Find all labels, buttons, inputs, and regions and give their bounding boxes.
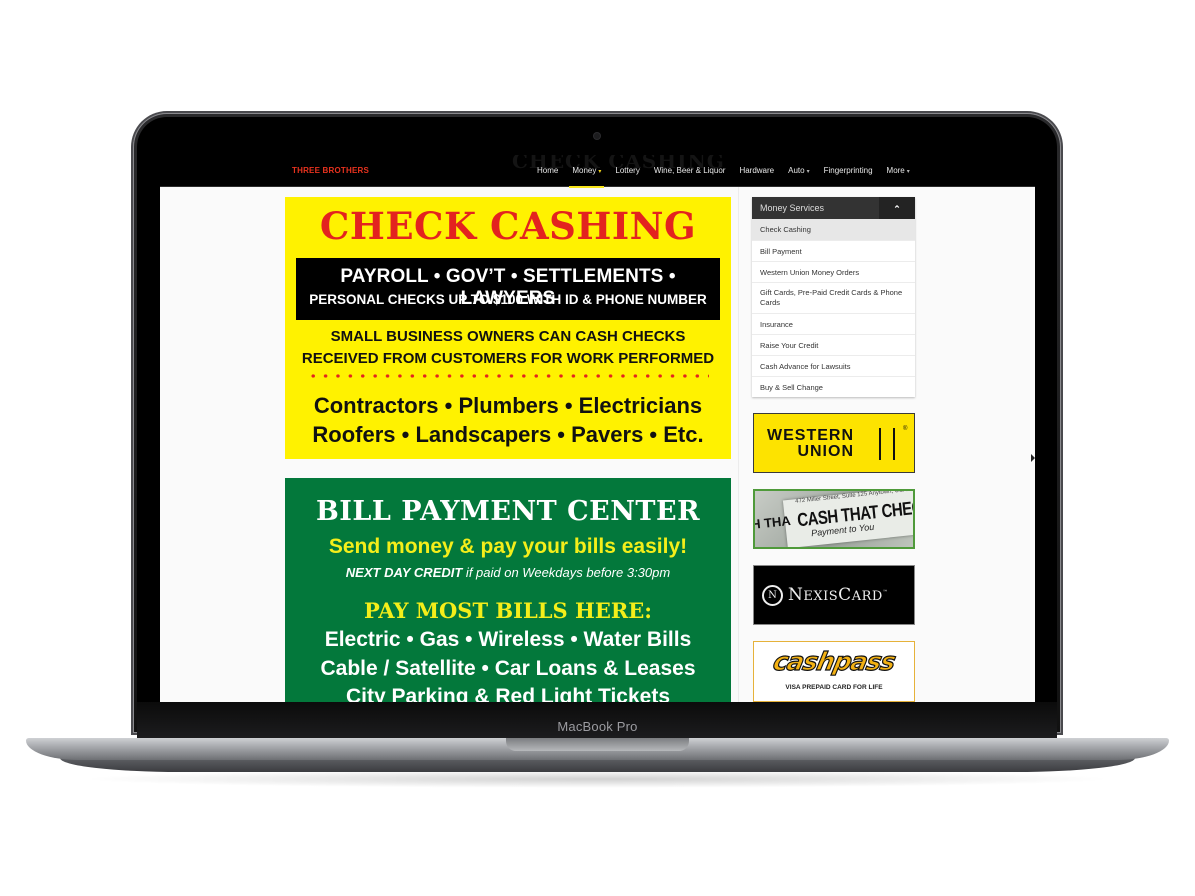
- site-navbar: CHECK CASHING THREE BROTHERS Home Money ▾…: [160, 155, 1035, 188]
- dotted-divider: [307, 374, 709, 378]
- western-union-logo: WESTERN UNION: [767, 428, 854, 460]
- nexiscard-ad[interactable]: N NEXISCARD™: [753, 565, 915, 625]
- menu-item-label: Bill Payment: [760, 246, 802, 256]
- nav-item-lottery[interactable]: Lottery: [608, 155, 646, 187]
- bill-payment-banner: BILL PAYMENT CENTER Send money & pay you…: [285, 478, 731, 702]
- nav-item-auto[interactable]: Auto ▾: [781, 155, 816, 187]
- nav-item-money[interactable]: Money ▾: [565, 155, 608, 188]
- wordmark-part: N: [788, 585, 804, 605]
- western-union-ad[interactable]: WESTERN UNION ®: [753, 413, 915, 473]
- note-emphasis: NEXT DAY CREDIT: [345, 565, 463, 580]
- menu-item-buy-sell-change[interactable]: Buy & Sell Change: [752, 376, 915, 397]
- next-day-credit-note: NEXT DAY CREDIT if paid on Weekdays befo…: [285, 565, 731, 580]
- banner-title: CHECK CASHING: [319, 204, 697, 248]
- cash-that-check-ad[interactable]: 472 Miller Street, Suite 125 Anytown, US…: [753, 489, 915, 549]
- wu-line-2: UNION: [797, 443, 854, 460]
- laptop-base-bottom: [60, 758, 1135, 772]
- cashpass-ad[interactable]: cashpass VISA PREPAID CARD FOR LIFE: [753, 641, 915, 702]
- trades-line-2: Roofers • Landscapers • Pavers • Etc.: [312, 422, 704, 447]
- menu-item-label: Check Cashing: [760, 225, 811, 234]
- nav-menu: Home Money ▾ Lottery Wine, Beer & Liquor …: [530, 155, 917, 188]
- menu-item-cash-advance-lawsuits[interactable]: Cash Advance for Lawsuits: [752, 355, 915, 376]
- caret-down-icon: ▾: [906, 169, 910, 175]
- site-logo[interactable]: THREE BROTHERS: [292, 166, 369, 175]
- trademark-mark: ™: [882, 589, 889, 596]
- menu-title: Money Services: [760, 203, 825, 213]
- nav-label: Fingerprinting: [823, 166, 873, 175]
- column-divider: [738, 187, 739, 702]
- camera-icon: [594, 133, 600, 139]
- note-text: if paid on Weekdays before 3:30pm: [462, 565, 671, 580]
- menu-item-bill-payment[interactable]: Bill Payment: [752, 240, 915, 261]
- menu-item-check-cashing[interactable]: Check Cashing: [752, 219, 915, 240]
- menu-item-western-union-money-orders[interactable]: Western Union Money Orders: [752, 261, 915, 282]
- nav-item-wine-beer-liquor[interactable]: Wine, Beer & Liquor: [647, 155, 733, 187]
- small-business-line-2: RECEIVED FROM CUSTOMERS FOR WORK PERFORM…: [301, 350, 715, 367]
- nav-label: Hardware: [739, 166, 775, 175]
- nav-label: Money: [572, 166, 597, 175]
- nexis-circle-logo-icon: N: [762, 585, 783, 606]
- menu-item-label: Insurance: [760, 319, 793, 329]
- wordmark-part: EXIS: [803, 589, 839, 604]
- wordmark-part: ARD: [851, 589, 883, 604]
- money-services-menu: Money Services ⌃ Check Cashing Bill Paym…: [752, 197, 915, 397]
- nexiscard-wordmark: NEXISCARD™: [788, 585, 888, 605]
- trades-line-1: Contractors • Plumbers • Electricians: [313, 393, 703, 418]
- menu-item-label: Cash Advance for Lawsuits: [760, 361, 851, 371]
- registered-mark: ®: [903, 426, 908, 432]
- banner-subtitle: Send money & pay your bills easily!: [328, 535, 688, 558]
- check-types-box: PAYROLL • GOV’T • SETTLEMENTS • LAWYERS …: [296, 258, 720, 320]
- wu-bar-icon: [879, 428, 881, 460]
- laptop-notch: [506, 738, 689, 751]
- menu-item-label: Raise Your Credit: [760, 340, 819, 350]
- nav-label: Wine, Beer & Liquor: [653, 166, 726, 175]
- menu-item-label: Buy & Sell Change: [760, 382, 823, 392]
- mouse-cursor-icon: [1031, 454, 1035, 462]
- nav-label: Home: [537, 166, 559, 175]
- menu-item-label: Western Union Money Orders: [760, 267, 860, 277]
- menu-item-label: Gift Cards, Pre-Paid Credit Cards & Phon…: [760, 288, 903, 307]
- wu-line-1: WESTERN: [767, 427, 854, 444]
- nav-label: Lottery: [615, 166, 640, 175]
- cashpass-tagline: VISA PREPAID CARD FOR LIFE: [785, 684, 883, 691]
- laptop-shadow: [80, 770, 1115, 788]
- personal-checks-line: PERSONAL CHECKS UP TO $100 WITH ID & PHO…: [309, 292, 707, 307]
- wu-bar-icon: [893, 428, 895, 460]
- menu-item-insurance[interactable]: Insurance: [752, 313, 915, 334]
- wordmark-part: C: [838, 585, 852, 605]
- nav-item-more[interactable]: More ▾: [880, 155, 917, 187]
- browser-screen: CHECK CASHING THREE BROTHERS Home Money ▾…: [160, 155, 1035, 702]
- menu-item-raise-your-credit[interactable]: Raise Your Credit: [752, 334, 915, 355]
- device-label: MacBook Pro: [557, 719, 638, 734]
- banner-title: BILL PAYMENT CENTER: [315, 496, 701, 527]
- check-cashing-banner: CHECK CASHING PAYROLL • GOV’T • SETTLEME…: [285, 197, 731, 459]
- nav-item-fingerprinting[interactable]: Fingerprinting: [817, 155, 880, 187]
- nav-label: More: [886, 166, 905, 175]
- pay-bills-heading: PAY MOST BILLS HERE:: [363, 598, 653, 623]
- nav-label: Auto: [788, 166, 805, 175]
- cashpass-logo: cashpass: [770, 646, 898, 676]
- caret-down-icon: ▾: [806, 169, 810, 175]
- bill-types-line-3: City Parking & Red Light Tickets: [345, 685, 670, 702]
- nav-item-home[interactable]: Home: [530, 155, 565, 187]
- menu-header[interactable]: Money Services ⌃: [752, 197, 915, 219]
- bill-types-line-2: Cable / Satellite • Car Loans & Leases: [320, 657, 696, 680]
- menu-item-gift-cards[interactable]: Gift Cards, Pre-Paid Credit Cards & Phon…: [752, 282, 915, 313]
- small-business-line-1: SMALL BUSINESS OWNERS CAN CASH CHECKS: [330, 328, 686, 345]
- caret-down-icon: ▾: [598, 169, 602, 175]
- chevron-up-icon[interactable]: ⌃: [879, 197, 915, 219]
- bill-types-line-1: Electric • Gas • Wireless • Water Bills: [324, 628, 692, 651]
- nav-item-hardware[interactable]: Hardware: [732, 155, 781, 187]
